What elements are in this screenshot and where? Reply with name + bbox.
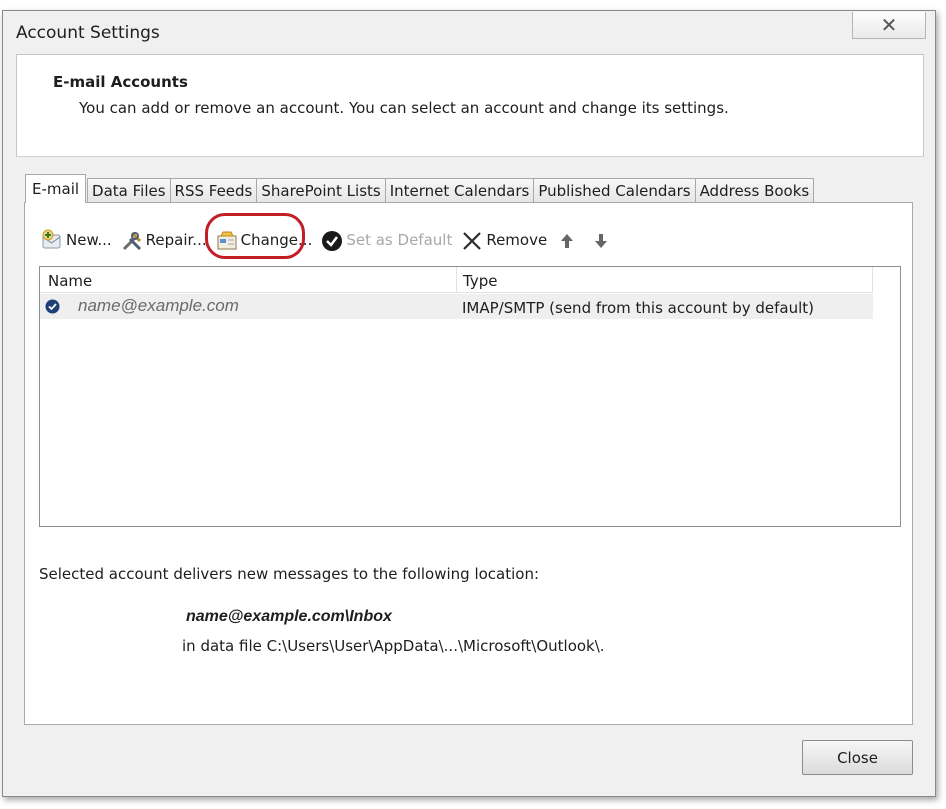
- header-description: You can add or remove an account. You ca…: [79, 99, 729, 117]
- move-up-button[interactable]: [555, 226, 581, 254]
- delivery-location-text: Selected account delivers new messages t…: [39, 565, 540, 583]
- change-button-label: Change...: [240, 231, 313, 249]
- remove-x-icon: [460, 229, 482, 251]
- remove-button[interactable]: Remove: [460, 226, 547, 254]
- move-down-icon: [589, 229, 611, 251]
- repair-tools-icon: [120, 229, 142, 251]
- account-type: IMAP/SMTP (send from this account by def…: [462, 299, 814, 317]
- set-as-default-button[interactable]: Set as Default: [320, 226, 452, 254]
- window-title: Account Settings: [16, 23, 160, 43]
- repair-button[interactable]: Repair...: [120, 226, 207, 254]
- set-as-default-label: Set as Default: [346, 231, 453, 249]
- change-button[interactable]: Change...: [204, 213, 313, 259]
- close-icon: ✕: [880, 13, 898, 37]
- change-settings-icon: [215, 229, 237, 251]
- tab-email[interactable]: E-mail: [25, 174, 87, 203]
- column-header-name[interactable]: Name: [48, 267, 92, 292]
- tab-sharepoint-lists[interactable]: SharePoint Lists: [256, 178, 386, 203]
- list-header: Name Type: [40, 267, 873, 293]
- move-down-button[interactable]: [589, 226, 615, 254]
- header-title: E-mail Accounts: [53, 73, 188, 91]
- tab-address-books[interactable]: Address Books: [694, 178, 815, 203]
- close-button[interactable]: Close: [802, 740, 913, 775]
- new-button-label: New...: [66, 231, 112, 249]
- tab-rss-feeds[interactable]: RSS Feeds: [169, 178, 258, 203]
- remove-button-label: Remove: [486, 231, 548, 249]
- email-tab-panel: New... Repair... Change... Set as Defaul…: [24, 202, 913, 725]
- account-settings-dialog: Account Settings ✕ E-mail Accounts You c…: [2, 10, 936, 797]
- accounts-list: Name Type name@example.com IMAP/SMTP (se…: [39, 266, 901, 527]
- account-name: name@example.com: [78, 296, 239, 315]
- delivery-folder-path: name@example.com\Inbox: [186, 608, 392, 625]
- table-row[interactable]: name@example.com IMAP/SMTP (send from th…: [40, 294, 873, 319]
- repair-button-label: Repair...: [145, 231, 207, 249]
- tab-strip: E-mail Data Files RSS Feeds SharePoint L…: [25, 174, 815, 203]
- default-account-icon: [45, 299, 60, 318]
- column-separator[interactable]: [456, 267, 457, 292]
- move-up-icon: [555, 229, 577, 251]
- header-panel: E-mail Accounts You can add or remove an…: [16, 54, 924, 157]
- tab-internet-calendars[interactable]: Internet Calendars: [384, 178, 535, 203]
- header-divider: [16, 156, 924, 157]
- account-toolbar: New... Repair... Change... Set as Defaul…: [40, 213, 623, 259]
- new-button[interactable]: New...: [40, 226, 112, 254]
- column-separator[interactable]: [872, 267, 873, 292]
- new-account-icon: [40, 229, 62, 251]
- window-close-button[interactable]: ✕: [852, 12, 926, 39]
- tab-data-files[interactable]: Data Files: [87, 178, 171, 203]
- column-header-type[interactable]: Type: [463, 267, 497, 292]
- default-check-icon: [320, 229, 343, 251]
- tab-published-calendars[interactable]: Published Calendars: [533, 178, 696, 203]
- data-file-path: in data file C:\Users\User\AppData\...\M…: [182, 637, 605, 655]
